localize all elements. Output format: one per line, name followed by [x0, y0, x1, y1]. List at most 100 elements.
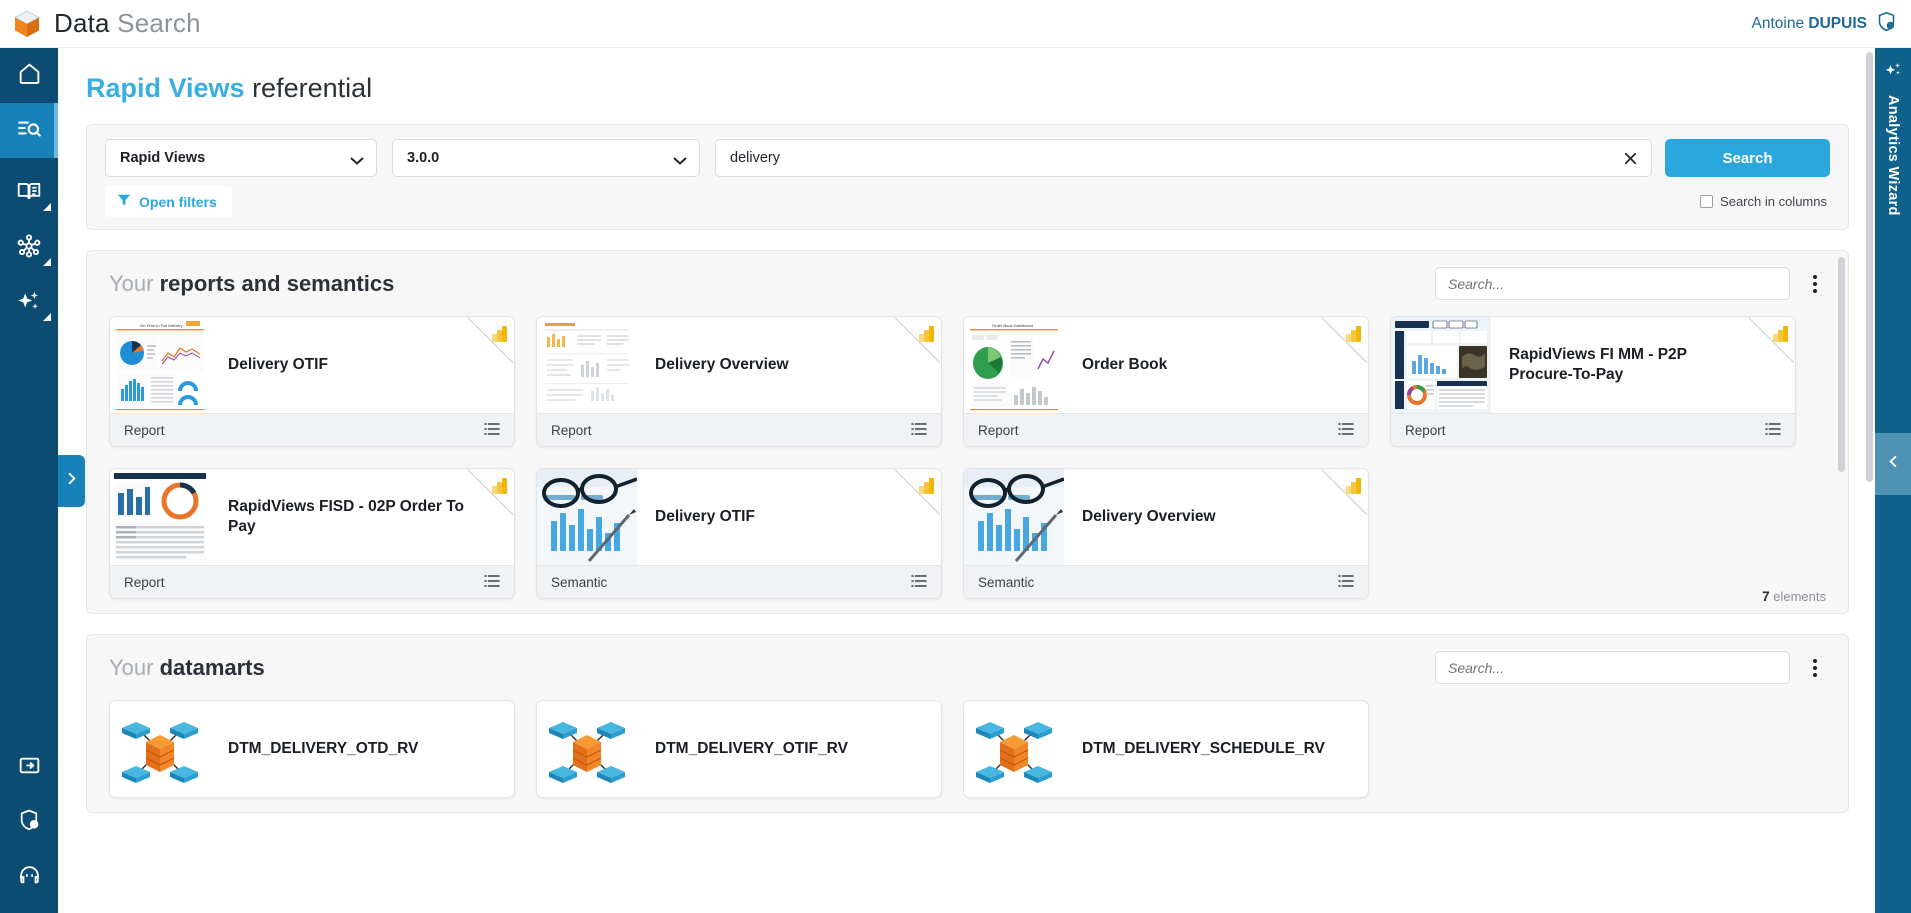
app-title-light: Search	[117, 8, 201, 38]
sidebar-item-ai-insights[interactable]	[0, 276, 58, 331]
page-scrollbar[interactable]	[1866, 52, 1873, 482]
open-filters-label: Open filters	[139, 193, 217, 210]
shield-user-icon[interactable]	[1876, 11, 1897, 37]
card-item[interactable]: DTM_DELIVERY_OTD_RV	[109, 700, 515, 798]
kebab-menu-icon[interactable]	[1806, 272, 1824, 296]
sidebar-item-security[interactable]	[0, 795, 58, 850]
powerbi-icon	[492, 478, 507, 499]
right-sidebar-collapse-button[interactable]	[1875, 433, 1911, 495]
card-title: DTM_DELIVERY_OTIF_RV	[655, 739, 848, 757]
section-datamarts: Your datamarts Search... DTM_DELIVERY_OT…	[86, 634, 1849, 813]
card-thumbnail: On Time In Full Delivery	[110, 317, 210, 413]
card-thumbnail	[537, 317, 637, 413]
sidebar-divider	[0, 158, 58, 166]
card-thumbnail	[964, 469, 1064, 565]
card-item[interactable]: DTM_DELIVERY_OTIF_RV	[536, 700, 942, 798]
card-footer: Report	[537, 413, 941, 446]
section-title-strong: reports and semantics	[159, 270, 395, 296]
sidebar-expand-button[interactable]	[58, 455, 85, 507]
card-body: Delivery Overview	[537, 317, 941, 413]
section-title-strong: datamarts	[159, 654, 265, 680]
card-ribbon	[468, 469, 514, 515]
section-search-input[interactable]	[1435, 651, 1790, 684]
card-thumbnail	[537, 701, 637, 797]
user-menu[interactable]: Antoine DUPUIS	[1752, 11, 1897, 37]
search-button[interactable]: Search	[1665, 139, 1830, 177]
shield-user-icon	[17, 808, 42, 838]
sidebar-item-glossary[interactable]	[0, 166, 58, 221]
sidebar-item-home[interactable]	[0, 48, 58, 103]
list-details-icon[interactable]	[911, 574, 927, 591]
card-ribbon	[895, 469, 941, 515]
section-search-input[interactable]	[1435, 267, 1790, 300]
version-select[interactable]: 3.0.0	[392, 139, 700, 177]
sidebar-item-lineage[interactable]	[0, 221, 58, 276]
kebab-menu-icon[interactable]	[1806, 656, 1824, 680]
card-footer: Semantic	[537, 565, 941, 598]
card-body: DTM_DELIVERY_SCHEDULE_RV	[964, 701, 1368, 797]
folder-arrow-icon	[17, 753, 42, 783]
search-input[interactable]	[730, 150, 1615, 166]
sidebar-item-data-search[interactable]	[0, 103, 58, 158]
sparkles-icon	[16, 288, 42, 319]
card-footer: Report	[1391, 413, 1795, 446]
sidebar-item-support[interactable]	[0, 850, 58, 905]
card-item[interactable]: RapidViews FI MM - P2P Procure-To-Pay Re…	[1390, 316, 1796, 447]
card-body: DTM_DELIVERY_OTIF_RV	[537, 701, 941, 797]
card-item[interactable]: Order Book Dashboard Order Book Report	[963, 316, 1369, 447]
left-sidebar	[0, 48, 58, 913]
app-title-bold: Data	[54, 8, 110, 38]
card-footer: Report	[110, 565, 514, 598]
card-body: RapidViews FI MM - P2P Procure-To-Pay	[1391, 317, 1795, 413]
headset-icon	[17, 863, 42, 893]
title-accent: Rapid Views	[86, 73, 245, 103]
open-filters-button[interactable]: Open filters	[105, 186, 232, 217]
list-details-icon[interactable]	[1765, 422, 1781, 439]
svg-text:On Time In Full Delivery: On Time In Full Delivery	[140, 323, 183, 328]
card-item[interactable]: DTM_DELIVERY_SCHEDULE_RV	[963, 700, 1369, 798]
user-last-name: DUPUIS	[1808, 14, 1867, 32]
card-item[interactable]: Delivery OTIF Semantic	[536, 468, 942, 599]
list-details-icon[interactable]	[1338, 574, 1354, 591]
card-type: Report	[978, 422, 1019, 438]
card-ribbon	[1322, 317, 1368, 363]
card-item[interactable]: On Time In Full Delivery Delivery OTIF R…	[109, 316, 515, 447]
list-details-icon[interactable]	[484, 574, 500, 591]
sidebar-item-import[interactable]	[0, 740, 58, 795]
list-details-icon[interactable]	[484, 422, 500, 439]
reports-card-grid: On Time In Full Delivery Delivery OTIF R…	[87, 308, 1848, 613]
submenu-corner-icon	[43, 313, 51, 321]
chevron-left-icon	[1887, 454, 1900, 474]
search-list-icon	[16, 115, 42, 146]
section-scrollbar[interactable]	[1838, 257, 1845, 472]
chevron-down-icon	[673, 154, 687, 170]
powerbi-icon	[1773, 326, 1788, 347]
card-type: Semantic	[551, 574, 608, 590]
powerbi-icon	[1346, 478, 1361, 499]
powerbi-icon	[1346, 326, 1361, 347]
page-title: Data Search	[54, 8, 201, 39]
home-icon	[17, 61, 42, 91]
datamarts-card-grid: DTM_DELIVERY_OTD_RV DTM_DELIVERY_OTIF_RV…	[87, 692, 1848, 812]
analytics-wizard-panel[interactable]: Analytics Wizard	[1875, 48, 1911, 433]
card-footer: Semantic	[964, 565, 1368, 598]
search-input-wrapper	[715, 139, 1652, 177]
right-sidebar: Analytics Wizard	[1875, 48, 1911, 913]
card-item[interactable]: RapidViews FISD - 02P Order To Pay Repor…	[109, 468, 515, 599]
powerbi-icon	[919, 326, 934, 347]
funnel-icon	[117, 193, 131, 210]
card-item[interactable]: Delivery Overview Semantic	[963, 468, 1369, 599]
card-type: Report	[124, 574, 165, 590]
card-item[interactable]: Delivery Overview Report	[536, 316, 942, 447]
clear-search-button[interactable]	[1615, 143, 1645, 173]
sparkles-icon	[1883, 60, 1903, 85]
book-icon	[16, 178, 42, 209]
card-title: DTM_DELIVERY_OTD_RV	[228, 739, 419, 757]
chevron-down-icon	[350, 154, 364, 170]
card-body: Delivery Overview	[964, 469, 1368, 565]
search-in-columns-checkbox[interactable]: Search in columns	[1700, 194, 1827, 209]
card-body: On Time In Full Delivery Delivery OTIF	[110, 317, 514, 413]
list-details-icon[interactable]	[911, 422, 927, 439]
list-details-icon[interactable]	[1338, 422, 1354, 439]
source-select[interactable]: Rapid Views	[105, 139, 377, 177]
